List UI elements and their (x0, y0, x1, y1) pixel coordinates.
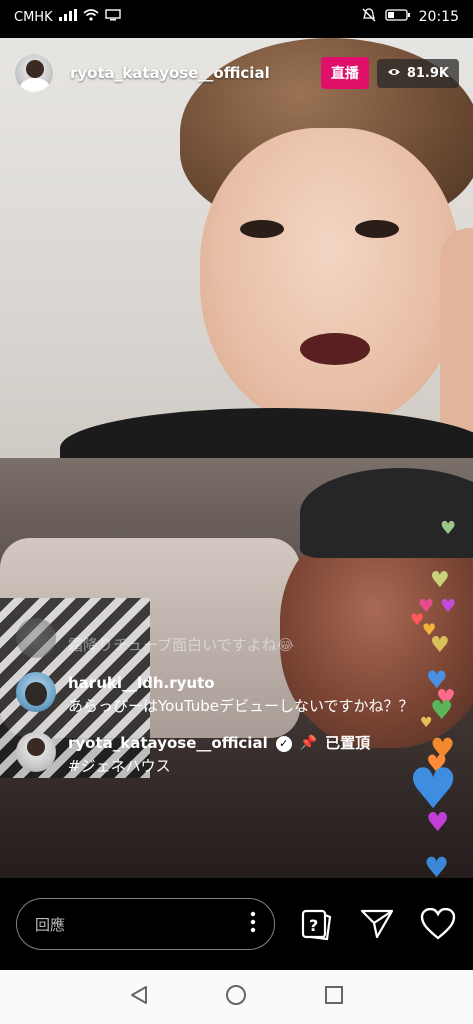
more-options-icon[interactable] (250, 911, 256, 938)
system-nav-bar (0, 970, 473, 1024)
status-bar: CMHK 20:15 (0, 0, 473, 34)
commenter-avatar[interactable] (16, 672, 56, 712)
svg-text:?: ? (309, 916, 318, 935)
comment-text: #ジェネハウス (68, 757, 171, 775)
wifi-icon (83, 9, 99, 25)
reply-placeholder: 回應 (35, 915, 66, 934)
pinned-label: 已置頂 (325, 734, 371, 752)
question-cards-icon[interactable]: ? (297, 904, 336, 944)
heart-icon: ♥ (426, 808, 450, 838)
verified-icon: ✓ (275, 735, 292, 752)
mute-icon (361, 7, 377, 27)
heart-icon: ♥ (430, 696, 454, 726)
recents-icon[interactable] (323, 984, 345, 1010)
comment-list: 霜降りチューブ面白いですよね😂 haruki__ldh.ryuto あらっぴーは… (16, 618, 416, 792)
heart-icon: ♥ (430, 633, 450, 658)
battery-icon (384, 9, 411, 25)
heart-icon: ♥ (430, 568, 450, 593)
comment-item: haruki__ldh.ryuto あらっぴーはYouTubeデビューしないです… (16, 672, 416, 718)
comment-item: 霜降りチューブ面白いですよね😂 (16, 618, 416, 658)
viewer-count: 81.9K (406, 65, 449, 81)
host-avatar[interactable] (14, 53, 54, 93)
live-badge: 直播 (320, 57, 369, 89)
comment-text: あらっぴーはYouTubeデビューしないですかね？？ (68, 697, 414, 715)
carrier-label: CMHK (14, 9, 53, 25)
commenter-avatar (16, 618, 56, 658)
heart-icon: ♥ (420, 715, 433, 731)
heart-icon: ♥ (440, 596, 457, 617)
floating-hearts: ♥ ♥ ♥ ♥ ♥ ♥ ♥ ♥ ♥ ♥ ♥ ♥ ♥ ♥ ♥ ♥ (400, 520, 470, 900)
commenter-username[interactable]: ryota_katayose__official (68, 732, 268, 755)
bottom-bar: 回應 ? (0, 878, 473, 970)
send-icon[interactable] (358, 904, 397, 944)
host-username[interactable]: ryota_katayose__official (70, 64, 270, 82)
commenter-avatar[interactable] (16, 732, 56, 772)
screen-icon (104, 9, 121, 25)
heart-icon: ♥ (440, 518, 457, 539)
eye-icon (387, 66, 401, 81)
home-icon[interactable] (225, 984, 247, 1010)
back-icon[interactable] (128, 984, 150, 1010)
host-video[interactable] (0, 38, 473, 458)
heart-like-icon[interactable] (418, 904, 457, 944)
signal-icon (58, 9, 77, 25)
live-header: ryota_katayose__official 直播 81.9K (0, 50, 473, 96)
clock: 20:15 (418, 9, 459, 25)
reply-input[interactable]: 回應 (16, 898, 276, 950)
comment-text: 霜降りチューブ面白いですよね😂 (68, 636, 295, 654)
commenter-username[interactable]: haruki__ldh.ryuto (68, 672, 414, 695)
pin-icon: 📌 (299, 735, 318, 751)
viewer-count-badge[interactable]: 81.9K (376, 58, 459, 88)
comment-item: ryota_katayose__official ✓ 📌 已置頂 #ジェネハウス (16, 732, 416, 778)
